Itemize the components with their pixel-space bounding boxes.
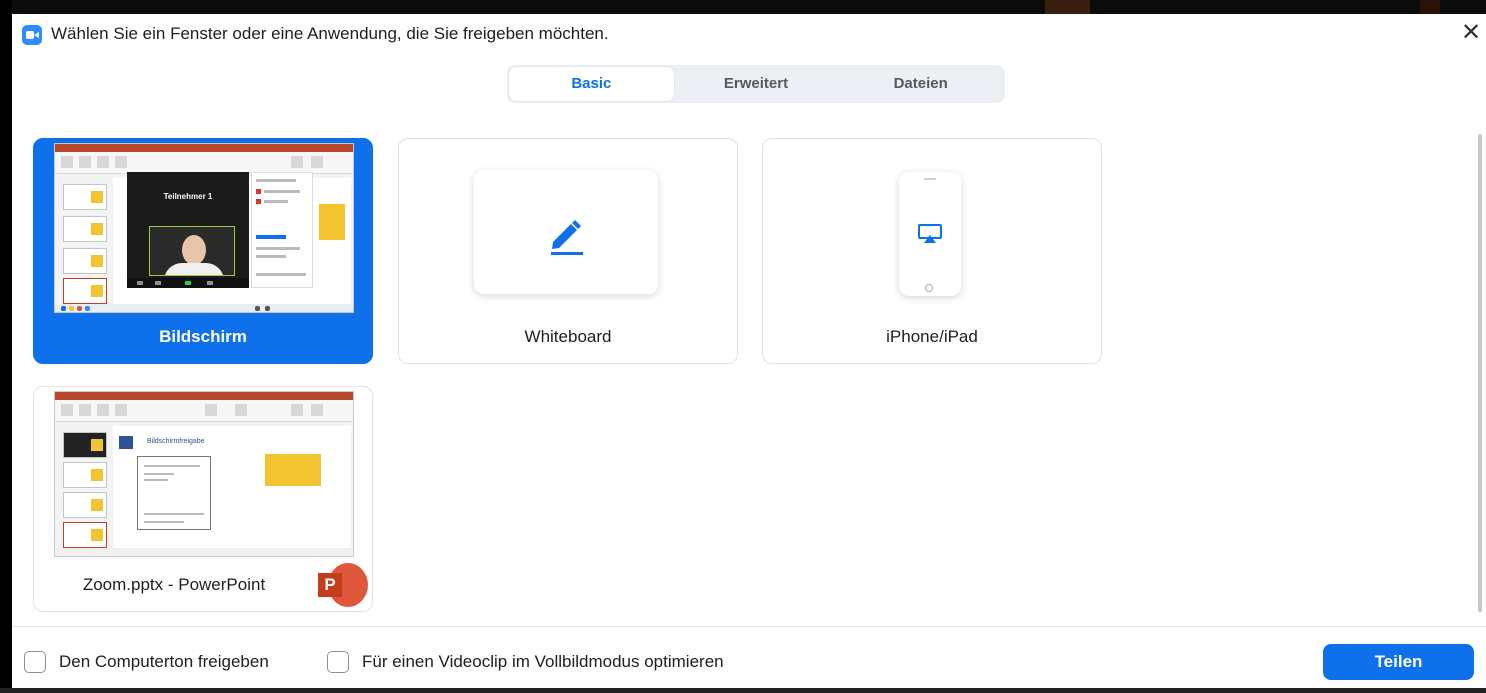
close-icon[interactable]: ✕: [1458, 20, 1484, 46]
share-audio-label: Den Computerton freigeben: [59, 652, 269, 671]
optimize-video-option[interactable]: Für einen Videoclip im Vollbildmodus opt…: [327, 651, 724, 673]
tab-erweitert[interactable]: Erweitert: [674, 67, 839, 101]
share-audio-checkbox[interactable]: [24, 651, 46, 673]
thumb-slide-area: Bildschirmfreigabe: [113, 426, 351, 548]
screen-thumbnail: Teilnehmer 1: [54, 143, 354, 313]
card-label: Whiteboard: [524, 327, 612, 346]
background-fragment: [1045, 0, 1090, 14]
share-option-whiteboard[interactable]: Whiteboard: [398, 138, 738, 364]
share-button[interactable]: Teilen: [1323, 644, 1474, 680]
thumb-ribbon: [55, 400, 353, 422]
share-option-iphone-ipad[interactable]: iPhone/iPad: [762, 138, 1102, 364]
tab-dateien[interactable]: Dateien: [838, 67, 1003, 101]
scrollbar-thumb[interactable]: [1478, 134, 1482, 612]
thumb-taskbar: [55, 304, 353, 312]
thumb-ribbon: [55, 152, 353, 174]
share-screen-dialog: Wählen Sie ein Fenster oder eine Anwendu…: [12, 14, 1486, 688]
pen-icon: [551, 220, 583, 255]
background-strip: [0, 0, 1486, 14]
thumb-slide-panel: [57, 178, 107, 306]
airplay-icon: [918, 224, 942, 243]
whiteboard-preview: [474, 170, 658, 294]
phone-preview: [899, 172, 961, 296]
scrollbar[interactable]: [1472, 124, 1486, 624]
background-edge: [0, 688, 1486, 693]
thumb-participants-panel: [251, 172, 313, 288]
thumb-slide-panel: [57, 426, 107, 554]
thumb-meeting-window: Teilnehmer 1: [127, 172, 249, 288]
optimize-video-checkbox[interactable]: [327, 651, 349, 673]
thumb-video-tile: [149, 226, 235, 276]
tab-bar: Basic Erweitert Dateien: [507, 65, 1005, 103]
card-label: Bildschirm: [159, 327, 247, 346]
powerpoint-thumbnail: Bildschirmfreigabe: [54, 391, 354, 557]
share-audio-option[interactable]: Den Computerton freigeben: [24, 651, 269, 673]
footer-divider: [12, 626, 1486, 627]
card-label: iPhone/iPad: [886, 327, 978, 346]
background-edge: [0, 0, 12, 693]
share-option-window-powerpoint[interactable]: Bildschirmfreigabe Zoom.pptx - PowerPoin…: [33, 386, 373, 612]
optimize-video-label: Für einen Videoclip im Vollbildmodus opt…: [362, 652, 724, 671]
thumb-slide-title: Bildschirmfreigabe: [147, 438, 205, 445]
tab-basic[interactable]: Basic: [509, 67, 674, 101]
zoom-logo-icon: [22, 25, 42, 45]
powerpoint-icon: P: [318, 563, 368, 607]
thumb-participant-name: Teilnehmer 1: [163, 192, 213, 201]
background-fragment: [1420, 0, 1440, 14]
card-label: Zoom.pptx - PowerPoint: [82, 575, 266, 594]
thumb-titlebar: [55, 144, 353, 152]
share-option-screen[interactable]: Teilnehmer 1 Bildschirm: [33, 138, 373, 364]
title-bar: Wählen Sie ein Fenster oder eine Anwendu…: [12, 14, 1486, 56]
thumb-titlebar: [55, 392, 353, 400]
dialog-title: Wählen Sie ein Fenster oder eine Anwendu…: [51, 24, 609, 43]
thumb-statusbar: [55, 548, 353, 556]
